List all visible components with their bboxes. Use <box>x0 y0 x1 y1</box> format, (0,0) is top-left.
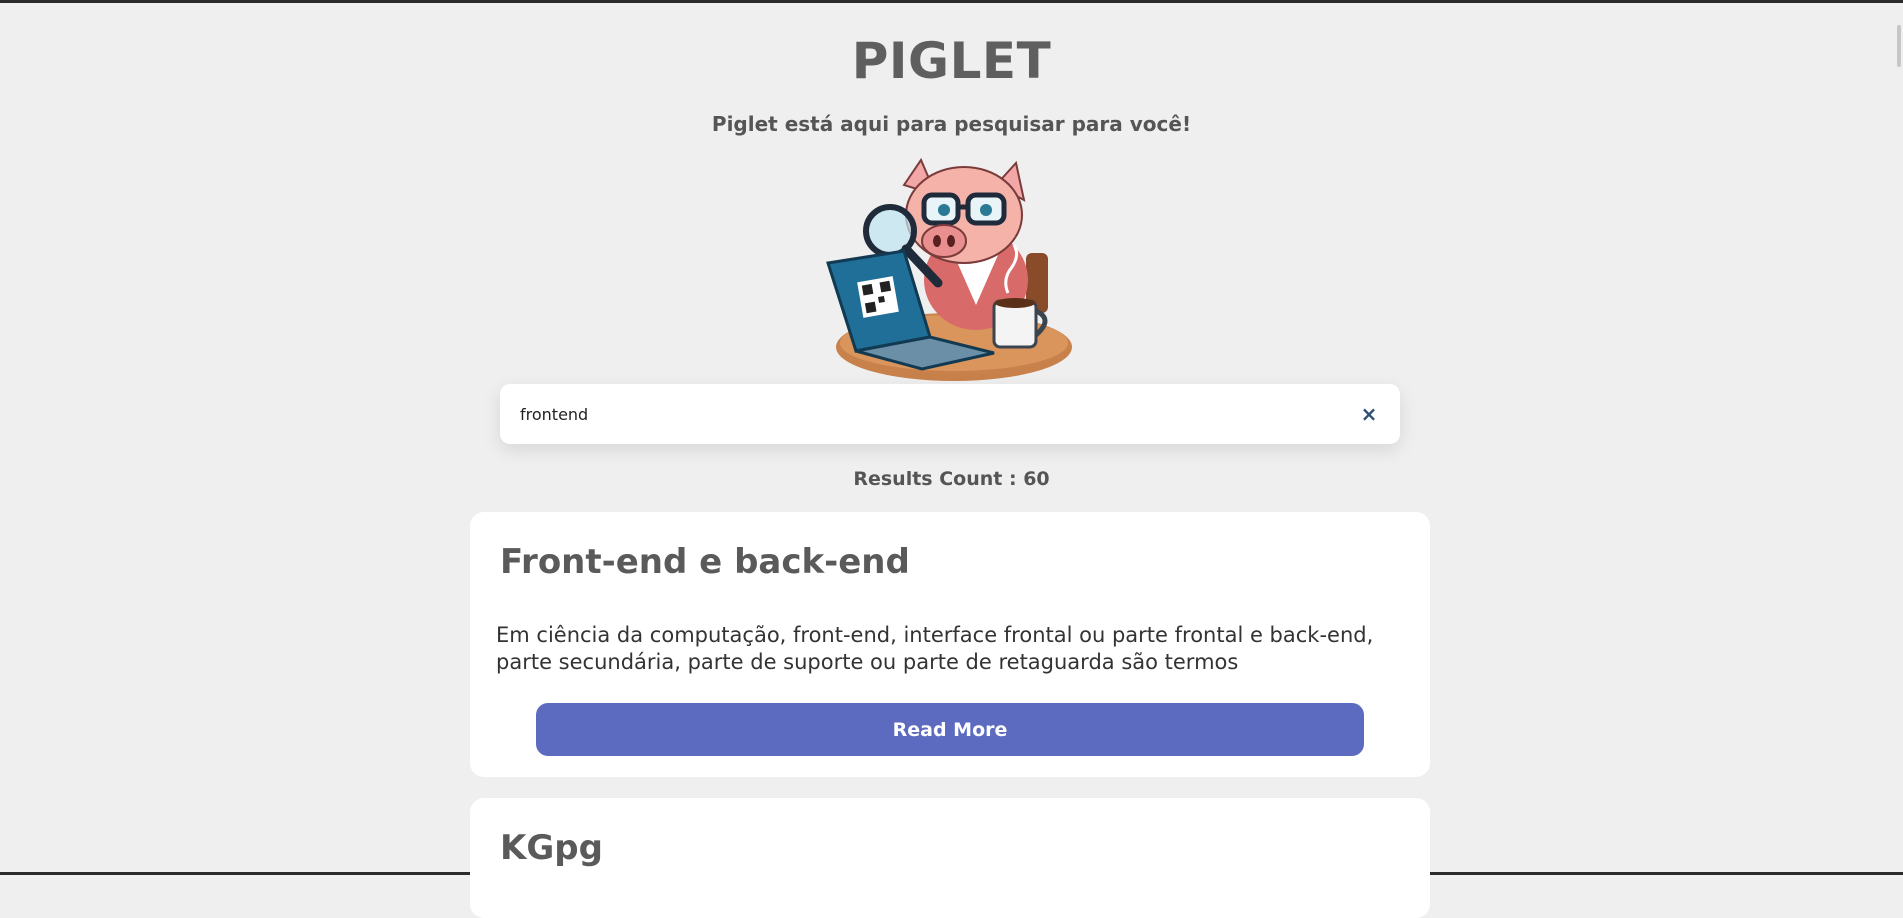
pig-mascot-image <box>826 155 1076 383</box>
result-card: Front-end e back-end Em ciência da compu… <box>470 512 1430 777</box>
results-count: Results Count : 60 <box>853 468 1050 490</box>
page-scrollbar[interactable] <box>1897 25 1901 67</box>
clear-search-button[interactable]: × <box>1354 399 1384 429</box>
app-title: PIGLET <box>851 32 1052 90</box>
app-subtitle: Piglet está aqui para pesquisar para voc… <box>711 112 1192 136</box>
result-card: KGpg <box>470 798 1430 918</box>
search-input[interactable] <box>500 384 1340 444</box>
result-title: KGpg <box>500 828 603 868</box>
pig-detective-laptop-icon <box>826 157 1072 381</box>
close-icon: × <box>1360 402 1378 426</box>
result-title: Front-end e back-end <box>500 542 910 582</box>
read-more-button[interactable]: Read More <box>536 703 1364 756</box>
search-box: × <box>500 384 1400 444</box>
result-snippet: Em ciência da computação, front-end, int… <box>496 623 1374 674</box>
